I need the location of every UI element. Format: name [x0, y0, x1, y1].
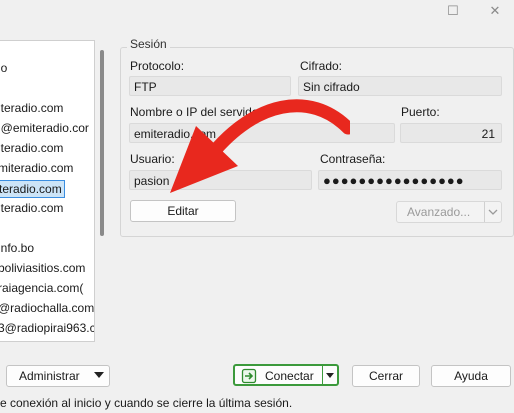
site-list-item[interactable]: l@emiteradio.cor — [0, 120, 89, 136]
chevron-down-icon — [326, 373, 334, 378]
site-list-item[interactable]: raiagencia.com( — [0, 280, 83, 296]
annotation-arrow-icon — [170, 99, 350, 193]
site-list-scroll-thumb[interactable] — [100, 50, 104, 236]
port-field[interactable]: 21 — [400, 123, 502, 143]
site-list-item[interactable]: miteradio.com — [0, 160, 73, 176]
site-list-item[interactable]: teradio.com — [0, 180, 65, 198]
site-list-item[interactable]: iteradio.com — [0, 100, 63, 116]
help-button[interactable]: Ayuda — [431, 365, 511, 387]
cipher-label: Cifrado: — [300, 59, 343, 73]
close-window-button[interactable]: ✕ — [485, 3, 505, 19]
connect-icon — [241, 368, 257, 384]
site-list-item[interactable]: info.bo — [0, 240, 34, 256]
advanced-button[interactable]: Avanzado... — [396, 201, 502, 223]
site-list-item[interactable]: jo — [0, 60, 7, 76]
session-legend: Sesión — [127, 37, 170, 51]
maximize-button[interactable]: ☐ — [443, 3, 463, 19]
admin-button-label: Administrar — [19, 369, 80, 383]
connect-button[interactable]: Conectar — [233, 364, 339, 386]
site-list-item[interactable]: iteradio.com — [0, 140, 63, 156]
port-label: Puerto: — [401, 105, 440, 119]
chevron-down-icon — [94, 372, 104, 378]
cipher-field[interactable]: Sin cifrado — [298, 76, 502, 96]
site-list[interactable]: jo iteradio.com l@emiteradio.cor iteradio.c… — [0, 40, 95, 342]
site-list-item[interactable]: @radiochalla.com — [0, 300, 94, 316]
site-list-item[interactable]: 3@radiopirai963.c — [0, 320, 94, 336]
protocol-field[interactable]: FTP — [129, 76, 291, 96]
advanced-button-label: Avanzado... — [407, 205, 471, 219]
protocol-label: Protocolo: — [130, 59, 185, 73]
chevron-down-icon — [488, 209, 498, 215]
startup-option-text: e conexión al inicio y cuando se cierre … — [0, 396, 293, 410]
connect-dropdown[interactable] — [322, 366, 337, 384]
close-button[interactable]: Cerrar — [352, 365, 420, 387]
site-list-item[interactable]: boliviasitios.com — [0, 260, 85, 276]
connect-button-label: Conectar — [265, 369, 314, 383]
advanced-dropdown[interactable] — [484, 202, 501, 222]
site-list-item[interactable]: iteradio.com — [0, 200, 63, 216]
admin-button[interactable]: Administrar — [6, 365, 110, 387]
